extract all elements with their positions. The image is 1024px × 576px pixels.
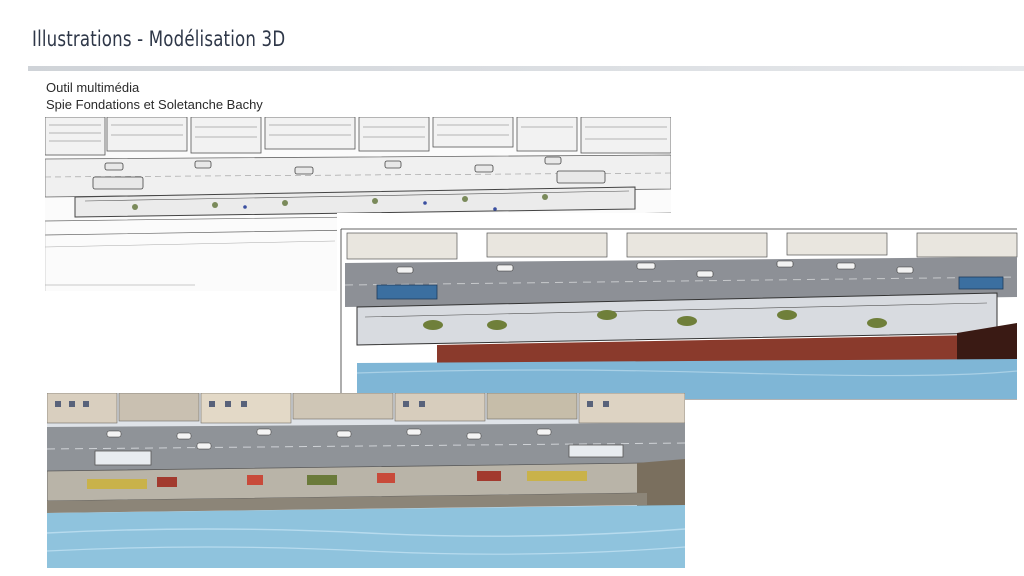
page-title: Illustrations - Modélisation 3D — [32, 27, 286, 51]
title-divider — [28, 66, 1024, 71]
caption-line-2: Spie Fondations et Soletanche Bachy — [46, 97, 263, 112]
sketch-right — [337, 213, 1024, 403]
caption-line-1: Outil multimédia — [46, 80, 140, 95]
render-bottom — [47, 393, 685, 568]
